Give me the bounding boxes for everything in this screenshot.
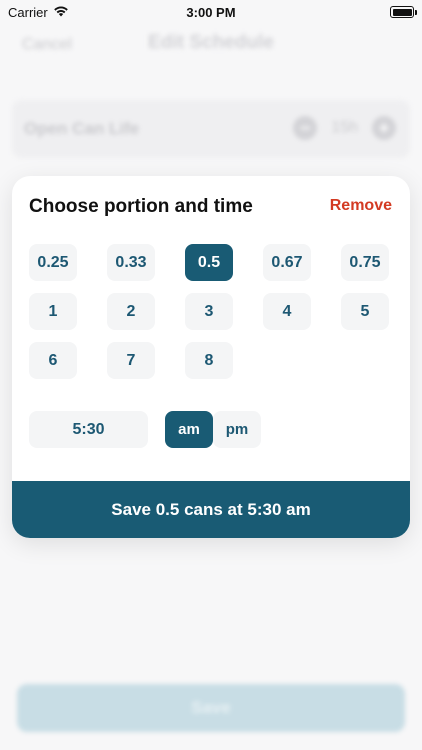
battery-icon bbox=[390, 6, 417, 18]
sheet-title: Choose portion and time bbox=[29, 196, 253, 217]
portion-button[interactable]: 0.75 bbox=[341, 244, 389, 281]
portion-button[interactable]: 0.33 bbox=[107, 244, 155, 281]
portion-button[interactable]: 5 bbox=[341, 293, 389, 330]
open-can-life-stepper: − 15h + bbox=[293, 116, 396, 140]
portion-grid: 0.25 0.33 0.5 0.67 0.75 1 2 3 4 5 6 7 8 bbox=[29, 244, 389, 379]
time-row: 5:30 am pm bbox=[29, 411, 261, 448]
portion-button[interactable]: 3 bbox=[185, 293, 233, 330]
portion-button[interactable]: 2 bbox=[107, 293, 155, 330]
am-button[interactable]: am bbox=[165, 411, 213, 448]
sheet-header: Choose portion and time Remove bbox=[29, 196, 392, 220]
pm-button[interactable]: pm bbox=[213, 411, 261, 448]
plus-icon[interactable]: + bbox=[372, 116, 396, 140]
portion-button[interactable]: 4 bbox=[263, 293, 311, 330]
period-toggle: am pm bbox=[165, 411, 261, 448]
wifi-icon bbox=[53, 5, 69, 20]
open-can-life-row: Open Can Life − 15h + bbox=[12, 100, 410, 158]
portion-time-sheet: Choose portion and time Remove 0.25 0.33 0… bbox=[12, 176, 410, 538]
open-can-life-value: 15h bbox=[331, 119, 358, 136]
minus-icon[interactable]: − bbox=[293, 116, 318, 140]
portion-button[interactable]: 1 bbox=[29, 293, 77, 330]
portion-button[interactable]: 6 bbox=[29, 342, 77, 379]
time-field[interactable]: 5:30 bbox=[29, 411, 148, 448]
remove-button[interactable]: Remove bbox=[330, 197, 392, 215]
status-left: Carrier bbox=[8, 5, 69, 20]
save-button[interactable]: Save bbox=[17, 684, 405, 732]
portion-button[interactable]: 7 bbox=[107, 342, 155, 379]
save-portion-button[interactable]: Save 0.5 cans at 5:30 am bbox=[12, 481, 410, 538]
open-can-life-label: Open Can Life bbox=[24, 119, 140, 138]
status-time: 3:00 PM bbox=[186, 4, 236, 20]
nav-bar: Cancel Edit Schedule bbox=[0, 30, 422, 58]
page-title: Edit Schedule bbox=[148, 32, 274, 53]
status-bar: Carrier 3:00 PM bbox=[0, 0, 422, 24]
portion-button[interactable]: 0.5 bbox=[185, 244, 233, 281]
portion-button[interactable]: 0.25 bbox=[29, 244, 77, 281]
portion-button[interactable]: 8 bbox=[185, 342, 233, 379]
carrier-label: Carrier bbox=[8, 4, 48, 20]
portion-button[interactable]: 0.67 bbox=[263, 244, 311, 281]
